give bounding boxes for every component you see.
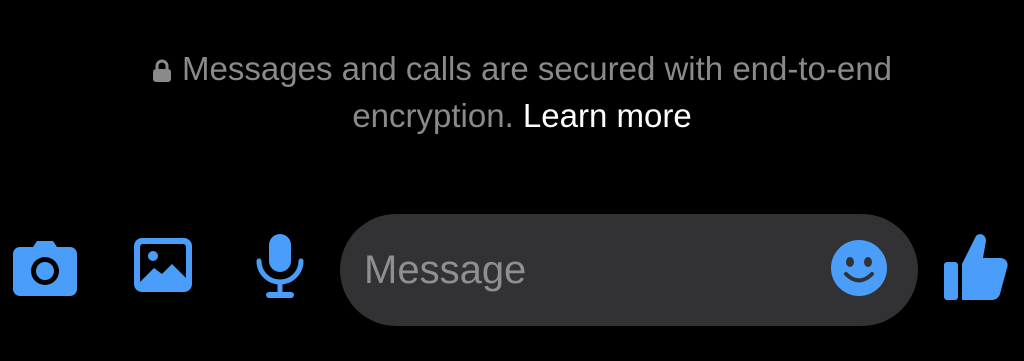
camera-icon [12, 239, 78, 302]
microphone-icon [254, 233, 306, 304]
like-button[interactable] [940, 232, 1010, 306]
emoji-button[interactable] [830, 239, 888, 302]
image-icon [132, 236, 194, 299]
voice-button[interactable] [252, 233, 308, 304]
smiley-icon [830, 239, 888, 302]
message-composer [0, 212, 1024, 326]
lock-icon [152, 50, 172, 94]
learn-more-link[interactable]: Learn more [523, 97, 692, 134]
gallery-button[interactable] [130, 236, 196, 298]
message-field[interactable] [340, 214, 918, 326]
thumbs-up-icon [942, 232, 1008, 307]
encryption-notice: Messages and calls are secured with end-… [112, 47, 932, 138]
message-input[interactable] [364, 242, 814, 298]
chat-screen: Messages and calls are secured with end-… [0, 0, 1024, 361]
camera-button[interactable] [10, 240, 80, 300]
